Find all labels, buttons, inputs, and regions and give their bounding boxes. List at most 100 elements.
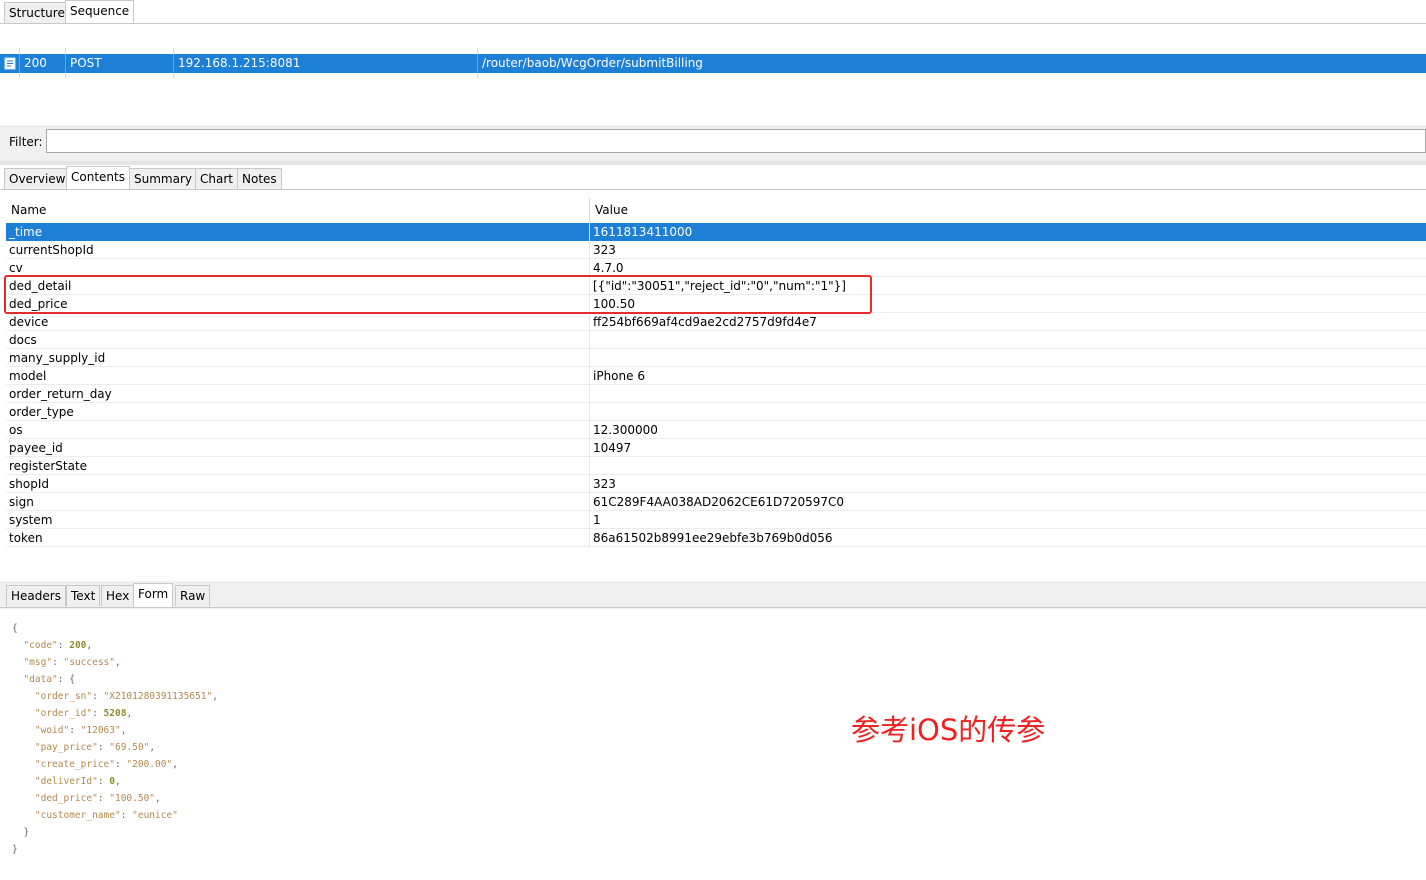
form-row-value: ff254bf669af4cd9ae2cd2757d9fd4e7	[593, 315, 817, 329]
form-row[interactable]: model iPhone 6	[6, 367, 1426, 385]
form-row-name: order_return_day	[9, 387, 112, 401]
column-separator	[589, 457, 590, 475]
json-line: }	[12, 841, 18, 858]
json-token: :	[92, 691, 104, 702]
form-row[interactable]: device ff254bf669af4cd9ae2cd2757d9fd4e7	[6, 313, 1426, 331]
tab-headers[interactable]: Headers	[6, 585, 66, 606]
form-row-value: 323	[593, 243, 616, 257]
tab-raw[interactable]: Raw	[175, 585, 211, 606]
json-token: "100.50"	[109, 793, 156, 804]
divider	[0, 607, 1426, 608]
sequence-row-selected[interactable]: 200 POST 192.168.1.215:8081 /router/baob…	[0, 54, 1426, 73]
splitter[interactable]	[0, 161, 1426, 165]
json-line: "ded_price": "100.50",	[12, 790, 161, 807]
column-header-value[interactable]: Value	[595, 203, 628, 217]
tab-contents[interactable]: Contents	[66, 166, 130, 190]
column-separator[interactable]	[589, 198, 590, 223]
tab-summary[interactable]: Summary	[129, 168, 197, 189]
json-line: "data": {	[12, 671, 75, 688]
filter-label: Filter:	[9, 135, 43, 149]
json-token: 200	[69, 640, 87, 651]
json-token: ,	[172, 759, 178, 770]
json-token: :	[52, 657, 64, 668]
column-separator	[589, 511, 590, 529]
tab-form[interactable]: Form	[133, 583, 174, 607]
json-token: }	[12, 844, 18, 855]
form-row[interactable]: payee_id 10497	[6, 439, 1426, 457]
form-row[interactable]: _time 1611813411000	[6, 223, 1426, 241]
json-token: "deliverId"	[34, 776, 98, 787]
column-separator	[589, 313, 590, 331]
form-row-name: system	[9, 513, 53, 527]
annotation-text: 参考iOS的传参	[851, 713, 1046, 747]
json-token: :	[92, 708, 104, 719]
json-token: :	[97, 776, 110, 787]
tab-structure[interactable]: Structure	[4, 2, 70, 23]
form-row-name: many_supply_id	[9, 351, 106, 365]
json-token: ,	[115, 657, 121, 668]
form-row[interactable]: os 12.300000	[6, 421, 1426, 439]
form-row[interactable]: system 1	[6, 511, 1426, 529]
tab-sequence[interactable]: Sequence	[65, 0, 135, 24]
column-separator	[589, 331, 590, 349]
form-row[interactable]: registerState	[6, 457, 1426, 475]
form-row-value: 10497	[593, 441, 632, 455]
form-row-value: 12.300000	[593, 423, 658, 437]
form-row-value: 1611813411000	[593, 225, 693, 239]
json-line: {	[12, 620, 18, 637]
detail-tab-bar: Overview Contents Summary Chart Notes	[0, 166, 1426, 190]
json-token: "create_price"	[34, 759, 115, 770]
cell-method: POST	[66, 54, 174, 73]
form-row-name: order_type	[9, 405, 74, 419]
json-token: :	[120, 810, 133, 821]
form-row[interactable]: order_type	[6, 403, 1426, 421]
tab-overview[interactable]: Overview	[4, 168, 71, 189]
form-row-name: payee_id	[9, 441, 63, 455]
response-json-view[interactable]: { "code": 200, "msg": "success", "data":…	[0, 620, 800, 870]
tab-text[interactable]: Text	[66, 585, 101, 606]
column-separator	[589, 223, 590, 241]
tab-notes[interactable]: Notes	[237, 168, 282, 189]
form-row-name: currentShopId	[9, 243, 94, 257]
sequence-header: Code Method Host Path	[0, 24, 1426, 78]
json-token: "msg"	[23, 657, 53, 668]
form-row[interactable]: token 86a61502b8991ee29ebfe3b769b0d056	[6, 529, 1426, 547]
filter-bar: Filter:	[0, 125, 1426, 161]
form-row[interactable]: shopId 323	[6, 475, 1426, 493]
form-row[interactable]: currentShopId 323	[6, 241, 1426, 259]
response-tab-bar: Headers Text Hex Form Raw	[0, 583, 1426, 607]
column-header-name[interactable]: Name	[11, 203, 46, 217]
json-token: "order_id"	[34, 708, 93, 719]
column-separator	[589, 403, 590, 421]
tab-chart[interactable]: Chart	[195, 168, 238, 189]
form-row[interactable]: many_supply_id	[6, 349, 1426, 367]
form-row-value: 86a61502b8991ee29ebfe3b769b0d056	[593, 531, 833, 545]
json-line: "woid": "12063",	[12, 722, 127, 739]
form-row[interactable]: docs	[6, 331, 1426, 349]
json-line: "create_price": "200.00",	[12, 756, 178, 773]
json-token: ,	[86, 640, 93, 651]
form-row[interactable]: sign 61C289F4AA038AD2062CE61D720597C0	[6, 493, 1426, 511]
json-token: "X2101280391135651"	[103, 691, 213, 702]
json-line: }	[12, 824, 29, 841]
form-row[interactable]: order_return_day	[6, 385, 1426, 403]
form-row-value: 1	[593, 513, 601, 527]
json-token: ,	[115, 776, 121, 787]
divider	[0, 189, 1426, 190]
json-token: }	[12, 827, 30, 838]
json-token: "success"	[63, 657, 115, 668]
json-token: ,	[149, 742, 156, 753]
column-separator	[589, 385, 590, 403]
filter-input[interactable]	[46, 129, 1426, 153]
json-token: : {	[57, 674, 75, 685]
tab-hex[interactable]: Hex	[101, 585, 135, 606]
json-token: 5208	[103, 708, 127, 719]
top-tab-bar: Structure Sequence	[0, 0, 1426, 24]
json-line: "msg": "success",	[12, 654, 121, 671]
form-row-name: token	[9, 531, 43, 545]
column-separator	[589, 367, 590, 385]
